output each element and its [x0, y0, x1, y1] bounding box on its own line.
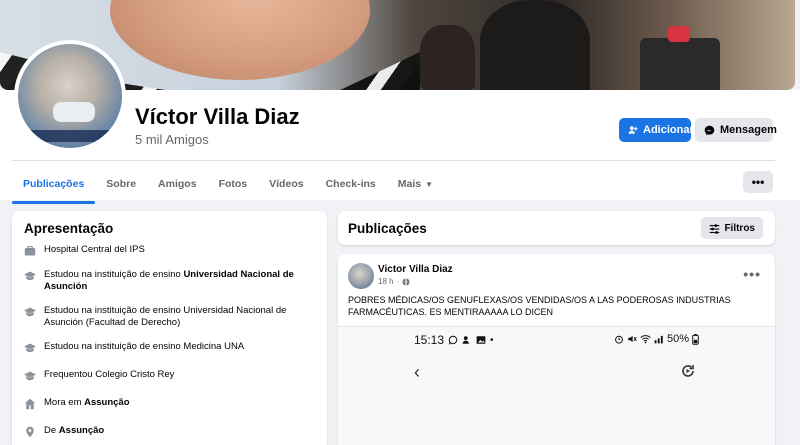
globe-icon [402, 277, 410, 286]
post-text: POBRES MÉDICAS/OS GENUFLEXAS/OS VENDIDAS… [348, 295, 731, 317]
phone-status-right: 50% [614, 333, 699, 345]
post-image-phone-screenshot[interactable]: 15:13 • 50% ‹ [338, 326, 775, 445]
intro-item: Estudou na instituição de ensino Univers… [24, 269, 315, 293]
intro-item-text[interactable]: Estudou na instituição de ensino Medicin… [44, 341, 244, 353]
profile-more-button[interactable]: ••• [743, 171, 773, 193]
intro-item-text[interactable]: Estudou na instituição de ensino Univers… [44, 269, 315, 293]
intro-item-prefix: De [44, 425, 59, 436]
back-arrow-icon[interactable]: ‹ [414, 362, 420, 383]
tab-checkins[interactable]: Check-ins [315, 168, 387, 200]
intro-item: Frequentou Colegio Cristo Rey [24, 369, 315, 382]
intro-item: Estudou na instituição de ensino Medicin… [24, 341, 315, 354]
phone-status-time: 15:13 • [414, 333, 494, 347]
friends-count[interactable]: 5 mil Amigos [135, 132, 209, 147]
intro-item-text[interactable]: De Assunção [44, 425, 104, 437]
cover-man [480, 0, 590, 90]
tab-fotos[interactable]: Fotos [208, 168, 259, 200]
graduation-cap-icon [24, 271, 36, 281]
cover-thermos-cap [668, 26, 690, 42]
avatar-caption-strip [18, 130, 122, 142]
post-author-avatar[interactable] [348, 263, 374, 289]
message-label: Mensagem [720, 124, 777, 136]
location-pin-icon [26, 426, 34, 438]
filters-label: Filtros [724, 222, 755, 234]
intro-item: De Assunção [24, 425, 315, 438]
graduation-cap-icon [24, 371, 36, 381]
profile-name: Víctor Villa Diaz [135, 104, 300, 129]
intro-item: Mora em Assunção [24, 397, 315, 410]
intro-item-text[interactable]: Hospital Central del IPS [44, 244, 145, 256]
phone-dot-icon: • [490, 334, 494, 346]
graduation-cap-icon [24, 307, 36, 317]
add-friend-icon [628, 126, 638, 134]
add-friend-button[interactable]: Adicionar [619, 118, 694, 142]
intro-title: Apresentação [24, 221, 114, 236]
battery-percent: 50% [667, 333, 690, 345]
intro-item-text[interactable]: Estudou na instituição de ensino Univers… [44, 305, 315, 329]
wifi-icon [640, 335, 651, 344]
intro-card: Apresentação Hospital Central del IPS Es… [12, 211, 327, 445]
cover-thermos [640, 38, 720, 90]
cover-child [420, 25, 475, 90]
intro-item-bold: Assunção [84, 397, 130, 408]
intro-item-bold: Assunção [58, 425, 105, 436]
post-options-button[interactable]: ••• [743, 266, 761, 282]
profile-avatar[interactable] [14, 40, 126, 152]
add-friend-label: Adicionar [643, 124, 694, 136]
person-add-icon [462, 336, 469, 344]
post-card: Victor Villa Diaz 18 h · ••• POBRES MÉDI… [338, 254, 775, 445]
tab-sobre[interactable]: Sobre [95, 168, 147, 200]
rotate-icon[interactable] [680, 363, 696, 379]
gallery-icon [476, 336, 486, 344]
intro-item-prefix: Estudou na instituição de ensino [44, 269, 184, 280]
post-time-text: 18 h [378, 277, 394, 286]
briefcase-icon [24, 245, 36, 256]
messenger-icon [704, 125, 715, 135]
intro-item-prefix: Mora em [44, 397, 85, 408]
avatar-mask-shape [53, 102, 95, 122]
home-icon [24, 398, 36, 410]
posts-title: Publicações [348, 220, 427, 236]
intro-item-text[interactable]: Mora em Assunção [44, 397, 130, 409]
filters-icon [710, 223, 720, 234]
header-divider [12, 160, 775, 161]
graduation-cap-icon [24, 343, 36, 353]
mute-icon [628, 335, 637, 343]
intro-item: Estudou na instituição de ensino Univers… [24, 305, 315, 329]
tab-videos[interactable]: Vídeos [258, 168, 314, 200]
intro-item: Hospital Central del IPS [24, 244, 315, 257]
post-timestamp[interactable]: 18 h · [378, 277, 410, 286]
dot-separator: · [396, 277, 400, 286]
whatsapp-icon [448, 335, 458, 345]
battery-icon [692, 333, 699, 345]
signal-icon [654, 335, 663, 344]
alarm-icon [615, 335, 623, 344]
tab-mais[interactable]: Mais ▼ [387, 168, 444, 200]
posts-header-card: Publicações Filtros [338, 211, 775, 245]
filters-button[interactable]: Filtros [701, 217, 763, 239]
tab-mais-label: Mais [397, 178, 422, 190]
cover-face [110, 0, 370, 80]
profile-tabs: Publicações Sobre Amigos Fotos Vídeos Ch… [12, 168, 444, 204]
tab-publicacoes[interactable]: Publicações [12, 168, 96, 204]
tab-amigos[interactable]: Amigos [147, 168, 208, 200]
chevron-down-icon: ▼ [425, 179, 434, 189]
phone-time-text: 15:13 [414, 333, 445, 347]
message-button[interactable]: Mensagem [695, 118, 777, 142]
post-author-name[interactable]: Victor Villa Diaz [378, 264, 453, 275]
intro-item-text[interactable]: Frequentou Colegio Cristo Rey [44, 369, 174, 381]
